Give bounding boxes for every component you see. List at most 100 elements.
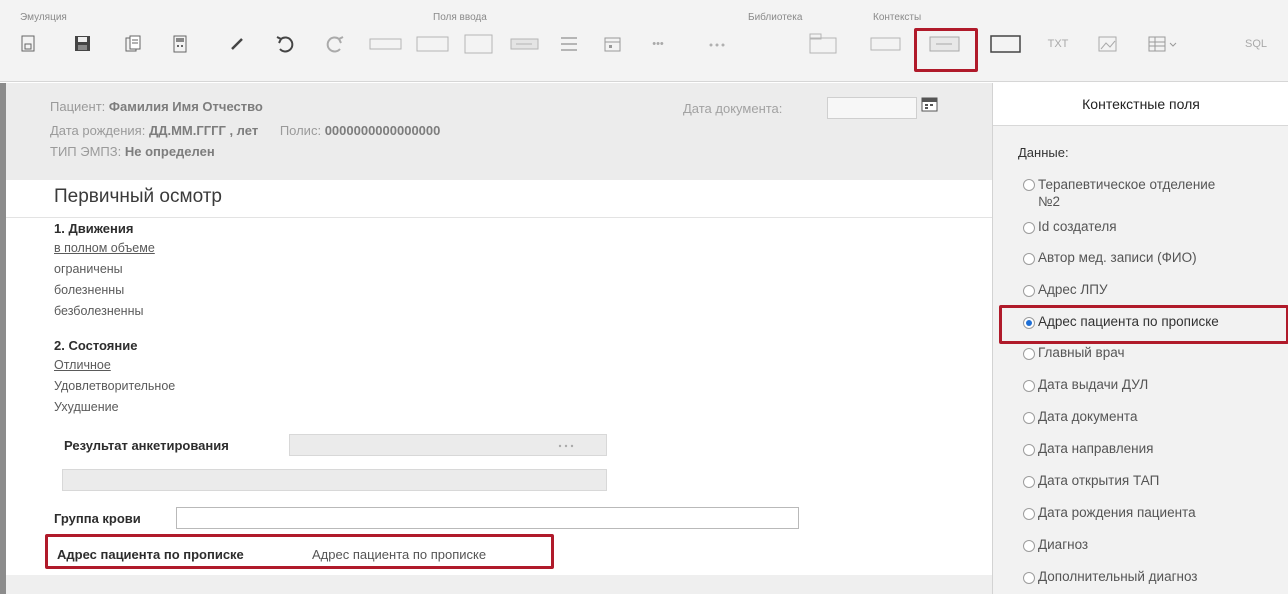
context-item-label: Автор мед. записи (ФИО): [1038, 250, 1197, 265]
birth-value: ДД.ММ.ГГГГ , лет: [148, 123, 259, 138]
next-patient-strip: [6, 575, 992, 594]
condition-option-worse[interactable]: Ухудшение: [54, 400, 119, 414]
dots-icon: [558, 444, 574, 448]
context-fields-highlight: [914, 28, 978, 72]
context-field-icon: [870, 37, 901, 51]
context-item-label: Главный врач: [1038, 345, 1125, 360]
frame-button[interactable]: [984, 25, 1028, 63]
sql-label: SQL: [1244, 38, 1267, 50]
copy-icon: [125, 35, 141, 52]
list-button[interactable]: [550, 25, 588, 63]
context-item-record-author[interactable]: Автор мед. записи (ФИО): [1023, 250, 1197, 265]
radio-button[interactable]: [1023, 540, 1035, 552]
radio-button[interactable]: [1023, 179, 1035, 191]
condition-option-excellent[interactable]: Отличное: [54, 358, 111, 372]
type-label: ТИП ЭМПЗ:: [50, 144, 122, 159]
movements-option-limited[interactable]: ограничены: [54, 262, 123, 276]
patient-name-line: Пациент: Фамилия Имя Отчество: [50, 99, 263, 114]
calendar-icon: [604, 37, 621, 52]
copy-button[interactable]: [118, 25, 148, 63]
text-field-icon: [369, 38, 402, 50]
table-icon: [1148, 36, 1166, 52]
textarea-icon: [464, 34, 493, 54]
blood-group-label: Группа крови: [54, 511, 141, 526]
context-item-id-issue-date[interactable]: Дата выдачи ДУЛ: [1023, 377, 1148, 392]
context-item-tap-open-date[interactable]: Дата открытия ТАП: [1023, 473, 1159, 488]
radio-button[interactable]: [1023, 476, 1035, 488]
more-fields-button[interactable]: •••: [640, 25, 676, 63]
date-field-button[interactable]: [594, 25, 632, 63]
blood-group-input[interactable]: [176, 507, 799, 529]
context-item-therapy-dept[interactable]: Терапевтическое отделение №2: [1023, 176, 1215, 210]
context-item-clinic-address[interactable]: Адрес ЛПУ: [1023, 282, 1108, 297]
group-label-emulation: Эмуляция: [20, 12, 67, 23]
txt-button[interactable]: TXT: [1038, 25, 1078, 63]
policy-label: Полис:: [279, 123, 322, 138]
context-item-label: Id создателя: [1038, 219, 1117, 234]
calendar-icon[interactable]: [921, 95, 939, 113]
context-item-label: Дата направления: [1038, 441, 1154, 456]
movements-option-full[interactable]: в полном объеме: [54, 241, 155, 255]
document-area: Пациент: Фамилия Имя Отчество Дата рожде…: [0, 83, 992, 594]
title-divider: [6, 217, 992, 218]
movements-option-painful[interactable]: болезненны: [54, 283, 124, 297]
redo-button[interactable]: [318, 25, 352, 63]
library-button[interactable]: [802, 25, 846, 63]
radio-button[interactable]: [1023, 380, 1035, 392]
context-item-label: Дата документа: [1038, 409, 1138, 424]
textarea-button[interactable]: [459, 25, 499, 63]
context-item-additional-diagnosis[interactable]: Дополнительный диагноз: [1023, 569, 1198, 584]
radio-button[interactable]: [1023, 412, 1035, 424]
undo-button[interactable]: [268, 25, 302, 63]
radio-button[interactable]: [1023, 253, 1035, 265]
context-item-chief-doctor[interactable]: Главный врач: [1023, 345, 1124, 360]
survey-result-label: Результат анкетирования: [64, 438, 229, 453]
dots-field-button[interactable]: [695, 25, 739, 63]
survey-result-extra-field[interactable]: [62, 469, 607, 491]
context-item-label: Дополнительный диагноз: [1038, 569, 1198, 584]
radio-button[interactable]: [1023, 222, 1035, 234]
birth-label: Дата рождения:: [50, 123, 146, 138]
text-field-button[interactable]: [363, 25, 409, 63]
context-item-label: Терапевтическое отделение №2: [1038, 177, 1216, 209]
folder-icon: [809, 33, 837, 54]
input-field-button[interactable]: [411, 25, 455, 63]
patient-info: Пациент: Фамилия Имя Отчество Дата рожде…: [6, 83, 992, 180]
context-item-label: Адрес ЛПУ: [1038, 282, 1108, 297]
radio-button[interactable]: [1023, 508, 1035, 520]
image-icon: [1098, 36, 1117, 52]
policy-value: 0000000000000000: [324, 123, 441, 138]
button-field-icon: [510, 38, 539, 50]
context-item-diagnosis[interactable]: Диагноз: [1023, 537, 1088, 552]
patient-type-line: ТИП ЭМПЗ: Не определен: [50, 144, 215, 159]
save-button[interactable]: [68, 25, 98, 63]
edit-button[interactable]: [222, 25, 252, 63]
type-value: Не определен: [124, 144, 215, 159]
table-button[interactable]: [1136, 25, 1190, 63]
patient-birth-line: Дата рождения: ДД.ММ.ГГГГ , лет Полис: 0…: [50, 123, 440, 138]
button-field-button[interactable]: [505, 25, 545, 63]
context-field-button[interactable]: [864, 25, 908, 63]
radio-button[interactable]: [1023, 285, 1035, 297]
preview-button[interactable]: [14, 25, 44, 63]
section-movements-title: 1. Движения: [54, 221, 134, 236]
context-item-birth-date[interactable]: Дата рождения пациента: [1023, 505, 1196, 520]
chevron-down-icon: [1169, 42, 1177, 47]
patient-address-item-highlight: [999, 305, 1288, 344]
context-item-referral-date[interactable]: Дата направления: [1023, 441, 1154, 456]
radio-button[interactable]: [1023, 444, 1035, 456]
calculator-button[interactable]: [165, 25, 195, 63]
condition-option-satisfactory[interactable]: Удовлетворительное: [54, 379, 175, 393]
context-item-document-date[interactable]: Дата документа: [1023, 409, 1137, 424]
movements-option-painless[interactable]: безболезненны: [54, 304, 143, 318]
radio-button[interactable]: [1023, 348, 1035, 360]
survey-result-field[interactable]: [289, 434, 607, 456]
context-item-creator-id[interactable]: Id создателя: [1023, 219, 1117, 234]
image-button[interactable]: [1088, 25, 1128, 63]
panel-header: Контекстные поля: [993, 83, 1288, 126]
dots-icon: [709, 43, 725, 47]
radio-button[interactable]: [1023, 572, 1035, 584]
doc-date-input[interactable]: [827, 97, 917, 119]
sql-button[interactable]: SQL: [1236, 25, 1276, 63]
patient-label: Пациент:: [50, 99, 106, 114]
